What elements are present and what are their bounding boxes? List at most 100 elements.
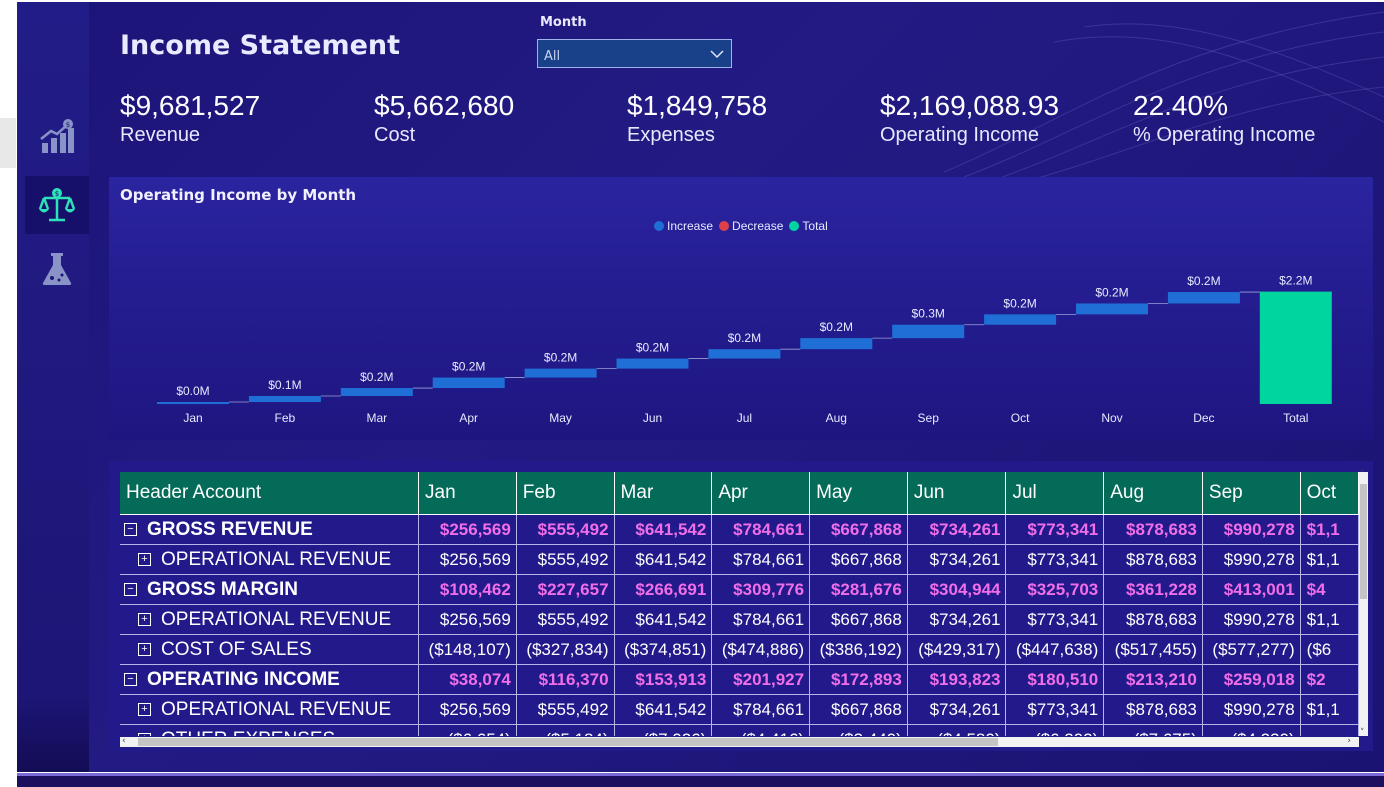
month-slicer-dropdown[interactable]: All [537,39,732,68]
x-tick-label: Total [1283,411,1308,425]
detail-row: + COST OF SALES ($148,107) ($327,834) ($374,… [120,634,1359,665]
collapse-icon[interactable]: − [124,582,137,596]
value-cell: $734,261 [907,544,1007,575]
kpi-value: $1,849,758 [627,90,768,121]
x-tick-label: Oct [1011,411,1030,425]
value-cell: $555,492 [516,544,615,575]
value-cell: $116,370 [516,664,615,695]
x-tick-label: Mar [366,411,387,425]
chevron-down-icon [710,50,724,59]
x-tick-label: Jul [737,411,752,425]
value-cell: $773,341 [1005,514,1105,545]
value-cell: $641,542 [614,544,713,575]
account-cell: − GROSS MARGIN [120,574,420,605]
value-cell [1300,724,1359,736]
value-cell: $555,492 [516,694,615,725]
expand-icon[interactable]: + [138,702,151,716]
value-cell: $4 [1300,574,1359,605]
value-cell: $734,261 [907,514,1007,545]
value-cell: $878,683 [1103,514,1203,545]
value-cell: $734,261 [907,604,1007,635]
expand-icon[interactable]: + [138,612,151,626]
matrix-header-row: Header Account Jan Feb Mar Apr May Jun Jul Aug Se… [120,472,1359,515]
kpi-cost: $5,662,680 Cost [374,90,514,147]
data-label: $0.1M [268,378,301,392]
chart-growth-icon: $ [40,119,74,153]
bar-nov [1076,303,1148,315]
column-header-sep[interactable]: Sep [1202,472,1301,515]
scroll-right-icon[interactable]: › [1347,736,1351,746]
kpi-value: 22.40% [1133,90,1228,121]
value-cell: ($386,192) [809,634,908,665]
value-cell: $201,927 [711,664,811,695]
column-header-oct[interactable]: Oct [1300,472,1359,515]
x-tick-label: Jan [183,411,202,425]
column-header-apr[interactable]: Apr [711,472,811,515]
value-cell: $304,944 [907,574,1007,605]
kpi-revenue: $9,681,527 Revenue [120,90,260,147]
bar-mar [340,388,413,397]
value-cell: $153,913 [614,664,713,695]
column-header-jan[interactable]: Jan [418,472,517,515]
group-row: − OPERATING INCOME $38,074 $116,370 $153,913… [120,664,1359,695]
kpi-value: $5,662,680 [374,90,515,121]
data-label: $0.2M [636,341,669,355]
column-header-jun[interactable]: Jun [907,472,1007,515]
sidebar-item-analysis[interactable] [25,240,89,298]
expand-icon[interactable]: + [138,642,151,656]
report-canvas: $ $ Income Statement Month All $9,681,52… [17,2,1384,772]
data-label: $2.2M [1279,274,1312,288]
value-cell: $1,1 [1300,604,1359,635]
data-label: $0.2M [1003,296,1036,310]
vertical-scrollbar[interactable]: ˄ ˅ [1359,470,1368,738]
value-cell: $227,657 [516,574,615,605]
bar-oct [984,314,1057,325]
x-tick-label: Sep [918,411,940,425]
kpi-label: Cost [374,124,416,146]
value-cell: ($4,416) [711,724,811,736]
matrix-viewport: Header Account Jan Feb Mar Apr May Jun Jul Aug Se… [120,472,1359,736]
account-label: OPERATIONAL REVENUE [161,548,392,570]
kpi-label: Operating Income [880,124,1039,146]
column-header-account[interactable]: Header Account [120,472,420,515]
horizontal-scroll-thumb[interactable] [138,738,998,746]
column-header-aug[interactable]: Aug [1103,472,1203,515]
value-cell: ($148,107) [418,634,517,665]
data-label: $0.2M [820,320,853,334]
account-label: GROSS MARGIN [147,578,298,600]
sidebar-item-income-statement[interactable]: $ [25,176,89,234]
value-cell: ($4,230) [1202,724,1301,736]
value-cell: $108,462 [418,574,517,605]
waterfall-chart: $0.0M Jan $0.1M Feb $0.2M Mar $0.2M Apr $0.2M May… [157,274,1332,425]
value-cell: ($6,654) [418,724,517,736]
scroll-left-icon[interactable]: ‹ [122,736,126,746]
left-edge-strip [0,118,16,168]
column-header-jul[interactable]: Jul [1005,472,1105,515]
data-label: $0.2M [1187,274,1220,288]
value-cell: $1,1 [1300,514,1359,545]
data-label: $0.3M [912,307,945,321]
account-cell: + COST OF SALES [120,634,420,665]
kpi-label: Revenue [120,124,201,146]
flask-icon [42,253,72,285]
value-cell: $1,1 [1300,544,1359,575]
vertical-scroll-thumb[interactable] [1360,484,1367,599]
value-cell: ($577,277) [1202,634,1301,665]
balance-scale-icon: $ [38,188,76,222]
scroll-up-icon[interactable]: ˄ [1360,470,1365,480]
horizontal-scrollbar[interactable]: ‹ › [120,736,1359,747]
data-label: $0.2M [544,351,577,365]
value-cell: $734,261 [907,694,1007,725]
account-cell: + OPERATIONAL REVENUE [120,544,420,575]
expand-icon[interactable]: + [138,552,151,566]
column-header-feb[interactable]: Feb [516,472,615,515]
value-cell: $990,278 [1202,604,1301,635]
column-header-mar[interactable]: Mar [614,472,713,515]
collapse-icon[interactable]: − [124,672,137,686]
value-cell: $213,210 [1103,664,1203,695]
column-header-may[interactable]: May [809,472,908,515]
sidebar-item-overview[interactable]: $ [25,108,89,166]
scroll-down-icon[interactable]: ˅ [1360,728,1365,738]
collapse-icon[interactable]: − [124,522,137,536]
expand-icon[interactable]: + [138,732,151,736]
